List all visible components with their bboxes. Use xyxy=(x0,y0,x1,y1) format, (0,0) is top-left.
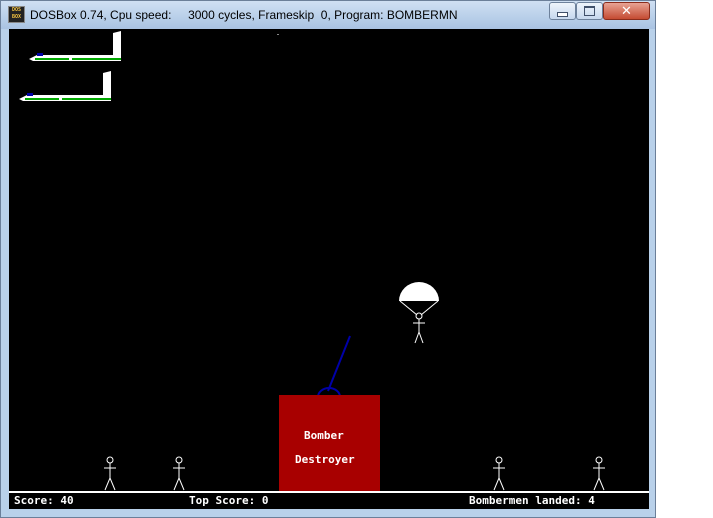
ground-line xyxy=(9,491,649,493)
bombermen-landed-display: Bombermen landed: 4 xyxy=(469,494,595,507)
minimize-button[interactable] xyxy=(549,2,576,20)
landed-bomberman-icon xyxy=(593,456,605,491)
dosbox-window: DOS BOX DOSBox 0.74, Cpu speed: 3000 cyc… xyxy=(0,0,656,518)
close-button[interactable]: ✕ xyxy=(603,2,650,20)
minimize-icon xyxy=(557,11,568,17)
maximize-button[interactable] xyxy=(576,2,603,20)
top-score-display: Top Score: 0 xyxy=(189,494,269,507)
window-title: DOSBox 0.74, Cpu speed: 3000 cycles, Fra… xyxy=(30,8,458,22)
close-icon: ✕ xyxy=(621,3,632,19)
dosbox-app-icon[interactable]: DOS BOX xyxy=(8,6,25,23)
landed-bomberman-icon xyxy=(493,456,505,491)
landed-bomberman-icon xyxy=(173,456,185,491)
game-screen[interactable]: Bomber Destroyer Score: 40 Top Score: 0 … xyxy=(9,29,649,509)
bomber-destroyer-bunker: Bomber Destroyer xyxy=(279,395,380,491)
bunker-label-line2: Destroyer xyxy=(295,453,355,466)
bunker-label-line1: Bomber xyxy=(304,429,344,442)
title-bar[interactable]: DOS BOX DOSBox 0.74, Cpu speed: 3000 cyc… xyxy=(1,1,655,29)
landed-bomberman-icon xyxy=(104,456,116,491)
score-display: Score: 40 xyxy=(14,494,74,507)
maximize-icon xyxy=(584,6,595,16)
